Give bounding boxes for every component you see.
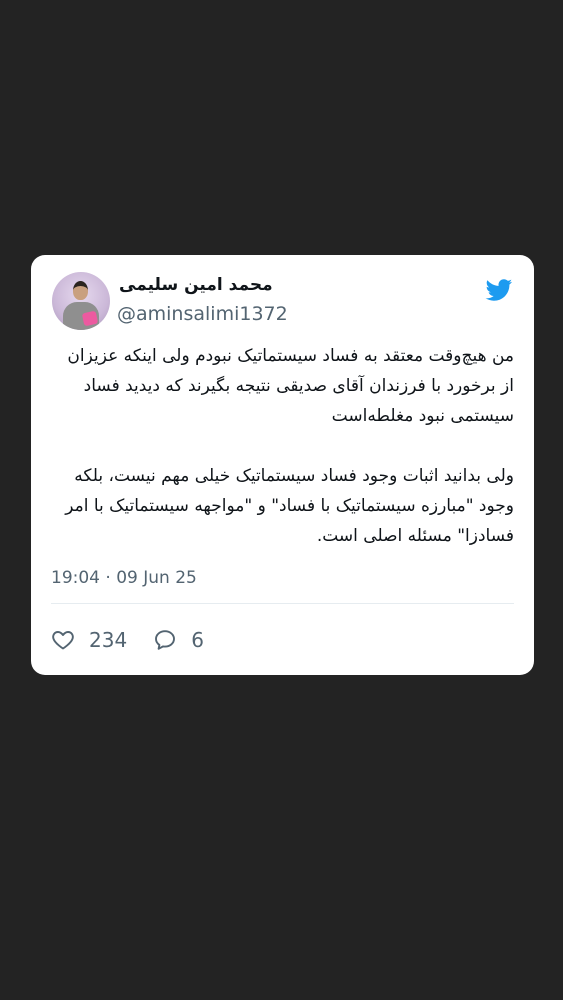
tweet-paragraph-1: من هیچ‌وقت معتقد به فساد سیستماتیک نبودم… [67, 346, 514, 426]
heart-icon [52, 631, 74, 650]
tweet-actions: 234 6 [51, 625, 230, 655]
tweet-paragraph-2: ولی بدانید اثبات وجود فساد سیستماتیک خیل… [65, 466, 514, 546]
avatar-head [73, 281, 88, 300]
author-name[interactable]: محمد امین سلیمی [119, 275, 273, 295]
tweet-timestamp[interactable]: 19:04 · 09 Jun 25 [51, 568, 197, 588]
avatar[interactable] [52, 272, 110, 330]
tweet-card: محمد امین سلیمی @aminsalimi1372 من هیچ‌و… [31, 255, 534, 675]
like-button[interactable]: 234 [51, 628, 127, 652]
twitter-bird-icon [485, 279, 513, 301]
reply-button[interactable]: 6 [153, 628, 204, 652]
divider [51, 603, 514, 604]
reply-count: 6 [191, 628, 204, 652]
like-count: 234 [89, 628, 128, 652]
comment-icon [155, 630, 176, 650]
author-handle[interactable]: @aminsalimi1372 [117, 303, 288, 325]
tweet-text: من هیچ‌وقت معتقد به فساد سیستماتیک نبودم… [51, 341, 514, 551]
